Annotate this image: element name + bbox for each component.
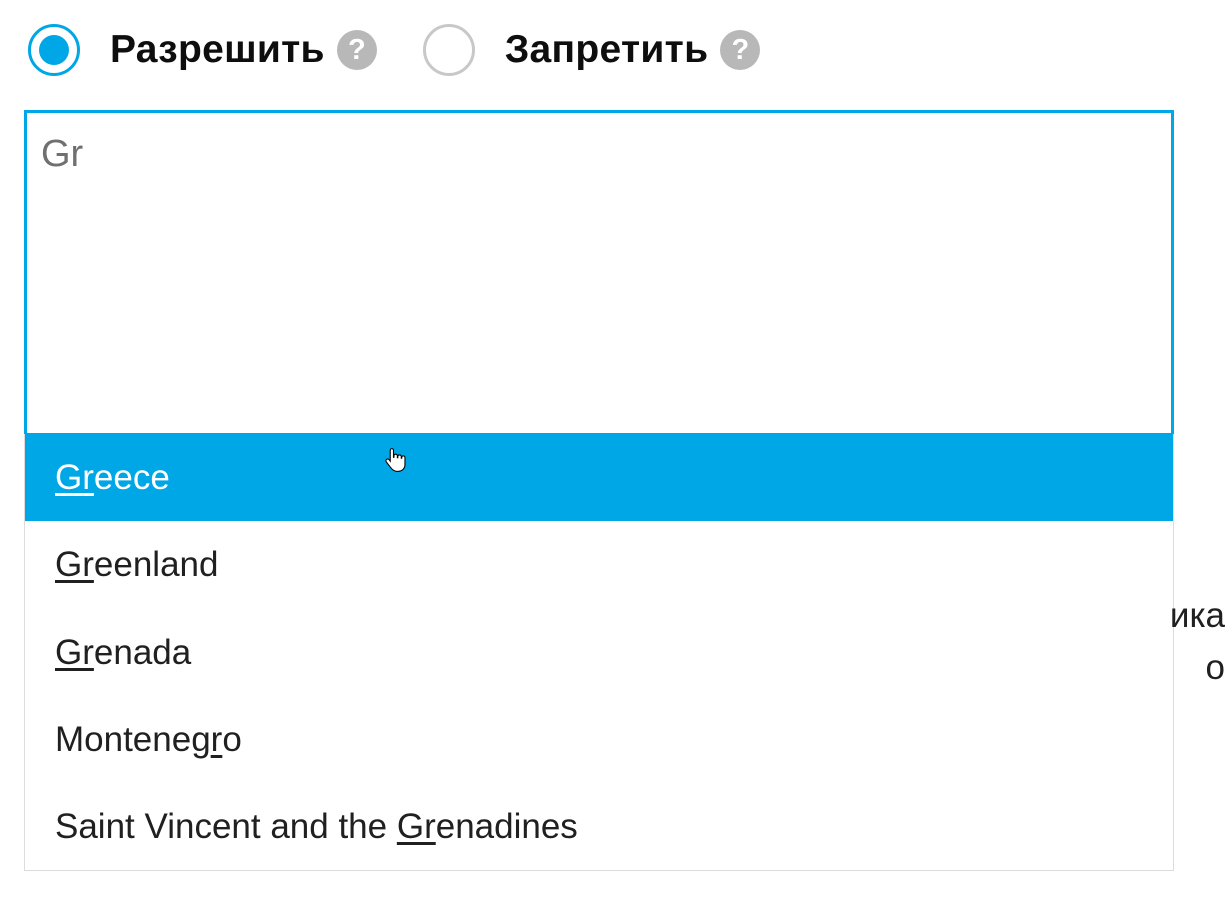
option-greenland[interactable]: Greenland	[25, 521, 1173, 608]
radio-allow-dot	[39, 35, 69, 65]
obscured-text: о	[1206, 648, 1225, 688]
option-rest: eece	[94, 458, 170, 497]
match-text: Gr	[397, 807, 436, 846]
country-combobox: Greece Greenland Grenada Montenegro Sain…	[24, 110, 1201, 436]
option-montenegro[interactable]: Montenegro	[25, 696, 1173, 783]
option-grenada[interactable]: Grenada	[25, 609, 1173, 696]
country-search-input[interactable]	[41, 133, 1151, 176]
option-svg[interactable]: Saint Vincent and the Grenadines	[25, 783, 1173, 870]
radio-deny[interactable]: Запретить ?	[423, 24, 761, 76]
country-dropdown: Greece Greenland Grenada Montenegro Sain…	[24, 434, 1174, 871]
obscured-text: ика	[1170, 596, 1225, 636]
radio-allow-label: Разрешить	[110, 28, 325, 72]
match-text: Gr	[55, 458, 94, 497]
option-greece[interactable]: Greece	[25, 434, 1173, 521]
help-icon[interactable]: ?	[337, 30, 377, 70]
match-text: r	[211, 720, 223, 759]
option-part-b: o	[222, 720, 241, 759]
option-rest: enada	[94, 633, 191, 672]
option-rest: eenland	[94, 545, 219, 584]
option-part-b: enadines	[436, 807, 578, 846]
help-icon[interactable]: ?	[720, 30, 760, 70]
radio-allow-circle[interactable]	[28, 24, 80, 76]
radio-group: Разрешить ? Запретить ?	[24, 24, 1201, 76]
match-text: Gr	[55, 633, 94, 672]
radio-deny-label: Запретить	[505, 28, 709, 72]
option-part-a: Saint Vincent and the	[55, 807, 397, 846]
match-text: Gr	[55, 545, 94, 584]
country-input-box[interactable]	[24, 110, 1174, 436]
radio-deny-circle[interactable]	[423, 24, 475, 76]
radio-allow[interactable]: Разрешить ?	[28, 24, 377, 76]
option-part-a: Monteneg	[55, 720, 211, 759]
